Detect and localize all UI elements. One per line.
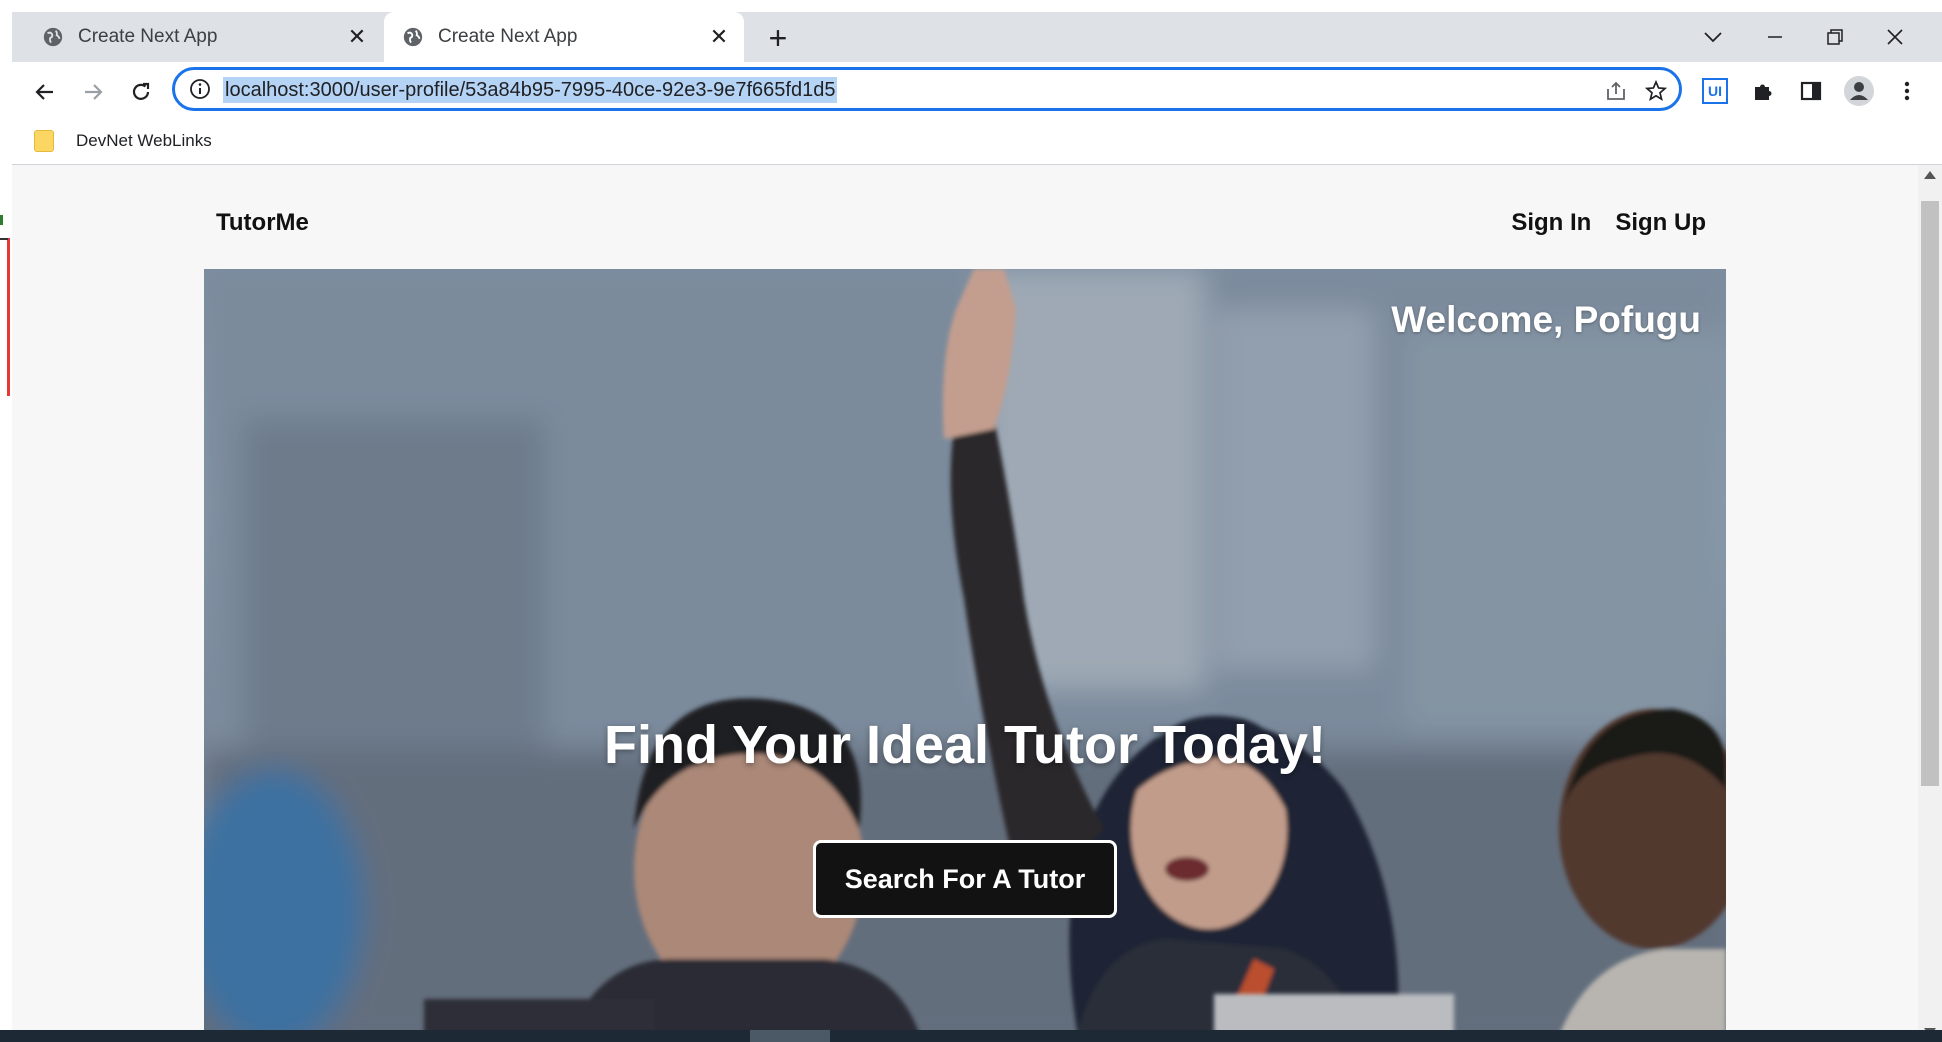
new-tab-button[interactable]: + [760, 20, 796, 56]
bookmark-label: DevNet WebLinks [76, 131, 212, 150]
tab-create-next-app-2[interactable]: Create Next App ✕ [384, 12, 744, 62]
sign-in-link[interactable]: Sign In [1511, 209, 1591, 237]
os-taskbar [0, 1030, 1942, 1042]
page-scrollbar[interactable] [1918, 165, 1942, 1042]
minimize-icon[interactable] [1750, 12, 1800, 62]
site-info-icon[interactable] [189, 78, 211, 100]
welcome-message: Welcome, Pofugu [1391, 299, 1701, 340]
close-tab-icon[interactable]: ✕ [702, 20, 736, 54]
scroll-up-arrow-icon[interactable] [1924, 171, 1936, 179]
globe-icon [403, 27, 423, 47]
edge-mark [0, 215, 3, 225]
tab-search-chevron-icon[interactable] [1688, 12, 1738, 62]
extensions-puzzle-icon[interactable] [1746, 74, 1780, 108]
tab-create-next-app-1[interactable]: Create Next App ✕ [24, 12, 382, 62]
globe-icon [43, 27, 63, 47]
auth-links: Sign In Sign Up [1511, 209, 1706, 237]
tab-title: Create Next App [438, 26, 578, 47]
sign-up-link[interactable]: Sign Up [1615, 209, 1706, 237]
address-url[interactable]: localhost:3000/user-profile/53a84b95-799… [223, 77, 838, 103]
ui-extension-icon[interactable]: UI [1698, 74, 1732, 108]
close-tab-icon[interactable]: ✕ [340, 20, 374, 54]
taskbar-segment [750, 1030, 830, 1042]
browser-toolbar: localhost:3000/user-profile/53a84b95-799… [12, 62, 1942, 122]
profile-avatar-icon[interactable] [1842, 74, 1876, 108]
edge-mark [7, 238, 10, 396]
page-viewport: TutorMe Sign In Sign Up Welcome, Pofugu … [12, 165, 1924, 1042]
share-icon[interactable] [1603, 78, 1629, 104]
more-menu-icon[interactable] [1890, 74, 1924, 108]
folder-icon [34, 130, 54, 152]
brand-logo[interactable]: TutorMe [216, 209, 309, 237]
side-panel-icon[interactable] [1794, 74, 1828, 108]
browser-window: Create Next App ✕ Create Next App ✕ + lo… [12, 12, 1942, 1042]
tab-title: Create Next App [78, 26, 218, 47]
forward-arrow-icon[interactable] [75, 74, 111, 110]
edge-mark [0, 238, 8, 240]
left-window-edge [0, 0, 12, 1042]
tab-strip: Create Next App ✕ Create Next App ✕ + [12, 12, 1942, 62]
hero-banner: Welcome, Pofugu Find Your Ideal Tutor To… [204, 269, 1726, 1042]
bookmark-star-icon[interactable] [1643, 78, 1669, 104]
hero-headline: Find Your Ideal Tutor Today! [604, 715, 1326, 775]
bookmarks-bar: DevNet WebLinks [12, 122, 1942, 165]
reload-icon[interactable] [123, 74, 159, 110]
search-tutor-button[interactable]: Search For A Tutor [813, 840, 1117, 918]
restore-icon[interactable] [1810, 12, 1860, 62]
site-navbar: TutorMe Sign In Sign Up [204, 165, 1726, 267]
back-arrow-icon[interactable] [27, 74, 63, 110]
bookmark-devnet-weblinks[interactable]: DevNet WebLinks [34, 130, 212, 152]
close-window-icon[interactable] [1870, 12, 1920, 62]
address-bar[interactable]: localhost:3000/user-profile/53a84b95-799… [172, 67, 1682, 111]
scrollbar-thumb[interactable] [1921, 201, 1939, 786]
classroom-photo [204, 269, 1726, 1042]
ui-extension-label: UI [1702, 78, 1728, 104]
